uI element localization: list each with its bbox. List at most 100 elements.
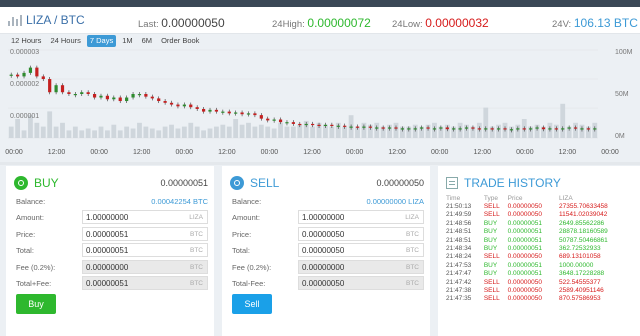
candle <box>561 128 565 130</box>
candle <box>118 97 122 102</box>
buy-button[interactable]: Buy <box>16 294 56 314</box>
volume-bar <box>92 130 97 138</box>
table-row: 21:47:38 SELL 0.00000050 2589.40951146 <box>446 287 632 295</box>
sell-field-amount[interactable]: 1.00000000 LIZA <box>298 210 424 224</box>
candle <box>580 128 584 130</box>
sell-button[interactable]: Sell <box>232 294 272 314</box>
volume-bar <box>201 130 207 138</box>
buy-field-fee: 0.00000000 BTC <box>82 259 208 274</box>
x-tick-label: 00:00 <box>516 149 534 156</box>
volume-bar <box>207 128 213 138</box>
buy-price: 0.00000051 <box>160 178 208 188</box>
history-cell-price: 0.00000051 <box>507 261 542 269</box>
buy-field-price[interactable]: 0.00000051 BTC <box>82 226 208 241</box>
volume-bar <box>137 122 142 138</box>
candle <box>304 123 308 126</box>
candle <box>246 113 251 115</box>
history-cell-type: BUY <box>483 228 498 236</box>
candle <box>176 104 180 107</box>
candle <box>266 118 270 121</box>
history-header: TRADE HISTORY <box>446 176 561 190</box>
history-col-liza: LIZA <box>558 194 573 202</box>
candle <box>548 128 552 130</box>
x-tick-label: 12:00 <box>474 149 492 156</box>
high-24h-value: 0.00000072 <box>307 16 371 30</box>
buy-field-amount[interactable]: 1.00000000 LIZA <box>82 210 208 224</box>
bar-chart-icon <box>8 14 22 26</box>
history-cell-price: 0.00000050 <box>507 203 542 210</box>
history-cell-type: SELL <box>483 211 500 219</box>
candle <box>516 128 520 130</box>
history-cell-type: SELL <box>483 287 500 295</box>
history-cell-price: 0.00000050 <box>507 211 542 219</box>
candle <box>253 113 257 116</box>
candle <box>272 119 276 121</box>
x-tick-label: 12:00 <box>133 149 151 156</box>
low-24h: 24Low: 0.00000032 <box>392 16 489 30</box>
candle <box>381 127 385 129</box>
candle <box>144 94 148 97</box>
volume-bar <box>124 126 130 138</box>
buy-circle-icon <box>14 176 28 190</box>
y2-tick-label: 100M <box>615 49 633 56</box>
candle <box>60 85 65 93</box>
tab-24-hours[interactable]: 24 Hours <box>47 35 83 47</box>
sell-header: SELL <box>230 176 279 190</box>
volume-bar <box>188 122 194 138</box>
sell-field-unit: BTC <box>406 280 419 287</box>
table-row: 21:48:24 SELL 0.00000050 689.13101058 <box>446 253 632 261</box>
sell-field-label: Total: <box>232 246 250 255</box>
volume-bar <box>47 111 53 138</box>
buy-panel: BUY 0.00000051 Balance: 0.00042254 BTC A… <box>6 166 214 336</box>
volume-bar <box>143 126 149 138</box>
history-cell-price: 0.00000050 <box>507 287 542 295</box>
sell-field-total[interactable]: 0.00000050 BTC <box>298 243 424 257</box>
candle <box>375 127 379 129</box>
buy-balance-value[interactable]: 0.00042254 BTC <box>151 197 208 206</box>
buy-field-label: Total+Fee: <box>16 279 52 288</box>
candle <box>477 128 481 130</box>
history-cell-time: 21:48:56 <box>446 219 472 227</box>
x-tick-label: 12:00 <box>559 149 577 156</box>
sell-balance-value[interactable]: 0.00000000 LIZA <box>366 197 424 206</box>
tab-1m[interactable]: 1M <box>119 35 135 47</box>
buy-field-label: Fee (0.2%): <box>16 262 56 272</box>
history-cell-time: 21:48:51 <box>446 228 472 236</box>
volume-bar <box>149 128 155 138</box>
candle <box>54 85 58 93</box>
candle <box>330 124 334 126</box>
candle <box>125 97 129 102</box>
sell-field-unit: BTC <box>406 247 419 254</box>
tab-7-days[interactable]: 7 Days <box>86 35 117 47</box>
sell-field-row: Price: 0.00000050 BTC <box>230 226 424 241</box>
tab-6m[interactable]: 6M <box>139 35 155 47</box>
pair-title: LIZA / BTC <box>8 13 85 27</box>
history-cell-amount: 27355.70633458 <box>558 203 608 210</box>
candle <box>259 115 263 119</box>
history-cell-amount: 870.57586953 <box>558 295 601 303</box>
tab-12-hours[interactable]: 12 Hours <box>8 35 44 47</box>
top-nav-bar <box>0 0 640 7</box>
candle <box>298 123 302 126</box>
history-cell-amount: 1000.00000 <box>558 261 594 269</box>
sell-field-value: 0.00000050 <box>302 229 345 239</box>
buy-field-total[interactable]: 0.00000051 BTC <box>82 243 208 257</box>
history-cell-price: 0.00000051 <box>507 270 542 278</box>
history-cell-amount: 2649.85562286 <box>558 219 605 227</box>
buy-field-row: Price: 0.00000051 BTC <box>14 226 208 241</box>
volume-bar <box>117 130 123 138</box>
history-cell-price: 0.00000051 <box>507 228 542 236</box>
y2-tick-label: 0M <box>615 133 625 140</box>
y-tick-label: 0.000001 <box>10 113 39 120</box>
volume-bar <box>278 122 283 138</box>
buy-header: BUY <box>14 176 59 190</box>
x-tick-label: 00:00 <box>261 149 279 156</box>
sell-field-price[interactable]: 0.00000050 BTC <box>298 226 424 241</box>
candle <box>445 127 449 130</box>
history-cell-amount: 2589.40951146 <box>558 287 604 295</box>
tab-order-book[interactable]: Order Book <box>158 35 202 47</box>
sell-field-total-fee: 0.00000050 BTC <box>298 276 424 290</box>
buy-field-label: Price: <box>16 229 36 239</box>
history-cell-amount: 28878.18160589 <box>558 228 608 236</box>
candle <box>9 74 13 76</box>
